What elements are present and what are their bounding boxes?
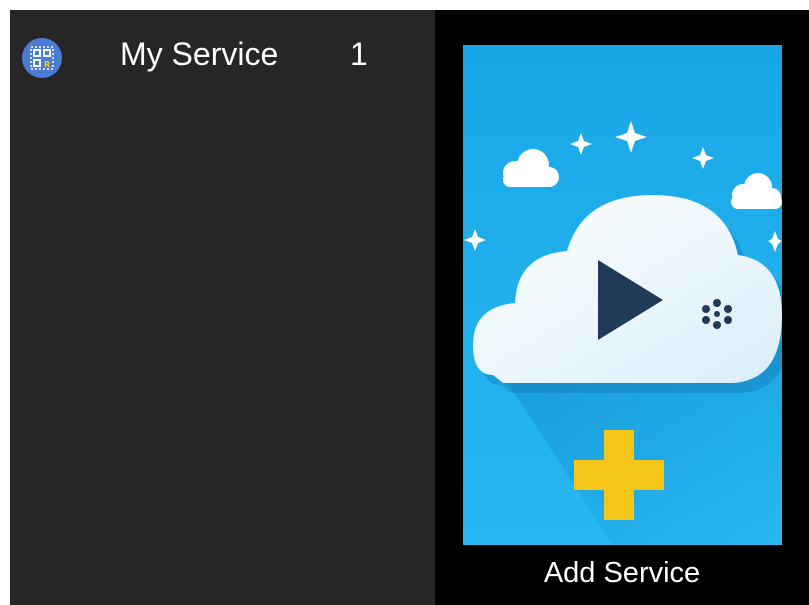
add-service-button[interactable]	[463, 45, 782, 545]
add-service-panel: Add Service	[435, 10, 809, 605]
service-list-panel: R My Service 1	[10, 10, 435, 605]
add-service-label: Add Service	[543, 557, 701, 589]
svg-text:R: R	[44, 60, 50, 69]
cloud-play-add-icon	[463, 45, 782, 545]
app-screen: R My Service 1 Add Service	[10, 10, 809, 605]
service-name: My Service	[120, 36, 279, 72]
qr-code-icon: R	[22, 38, 62, 78]
service-list-item[interactable]: R My Service 1	[10, 10, 435, 90]
service-count: 1	[350, 36, 368, 72]
